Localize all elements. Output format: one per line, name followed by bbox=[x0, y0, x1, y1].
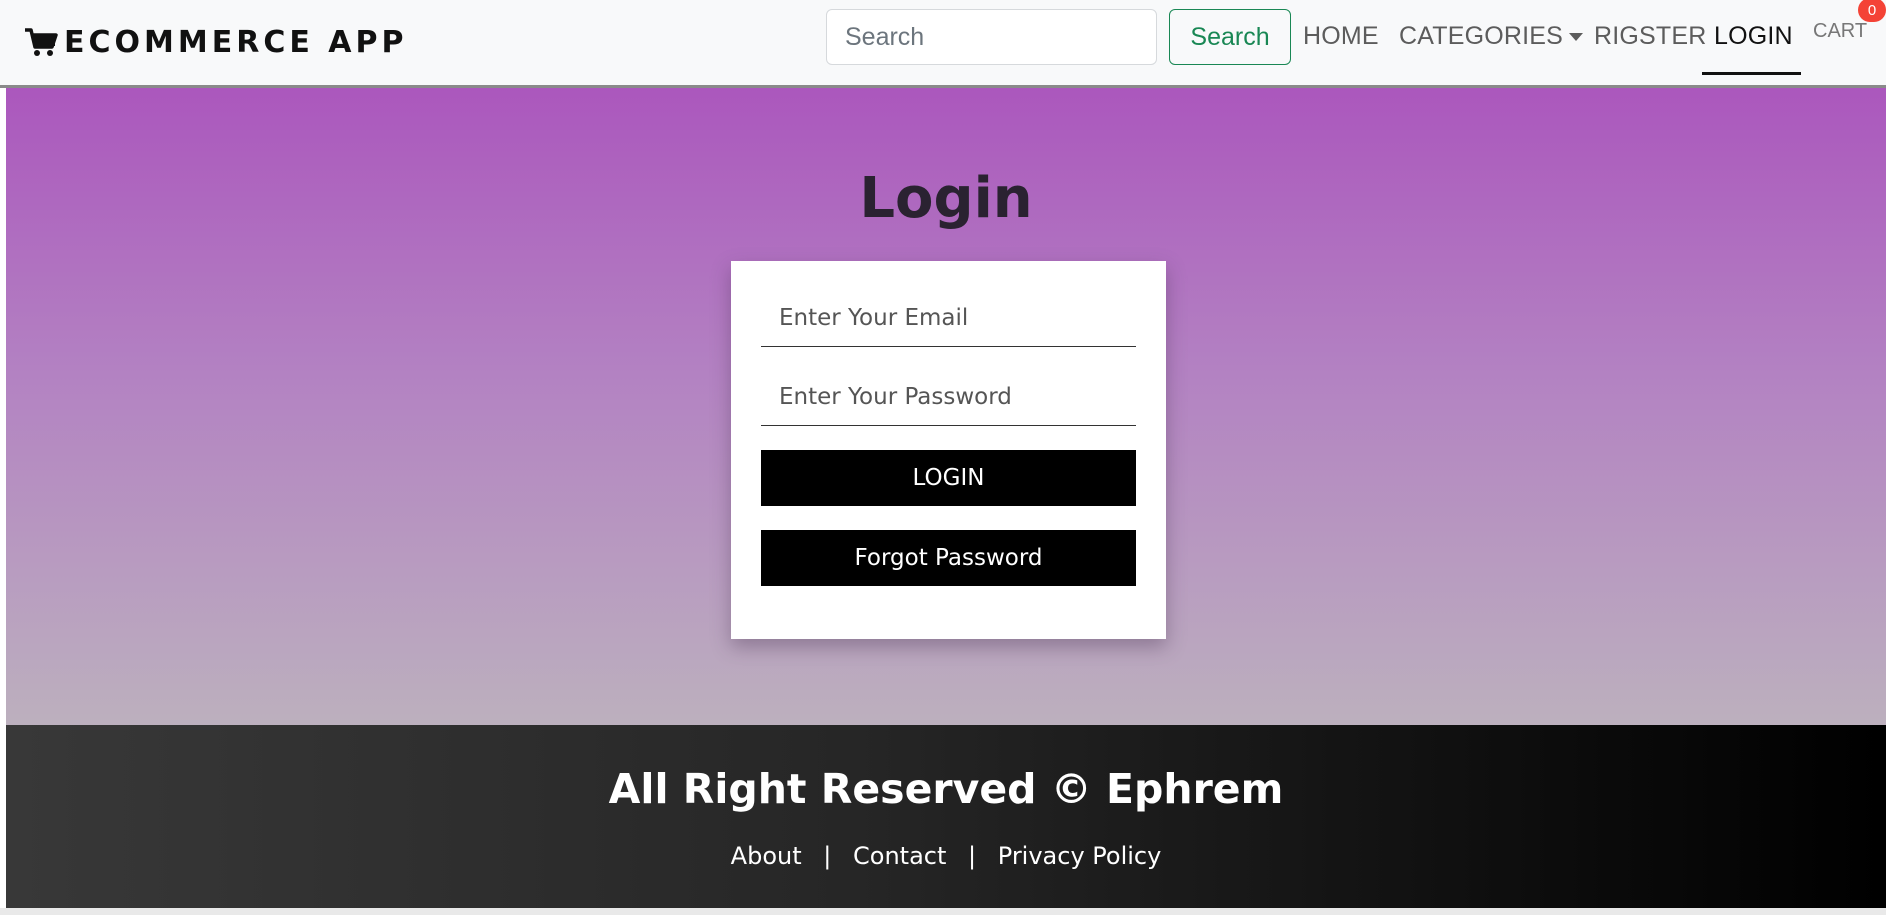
nav-login[interactable]: LOGIN bbox=[1714, 22, 1793, 60]
footer-contact-link[interactable]: Contact bbox=[853, 842, 946, 870]
nav-categories-dropdown[interactable]: CATEGORIES bbox=[1399, 22, 1584, 60]
nav-home[interactable]: HOME bbox=[1303, 22, 1379, 60]
nav-cart[interactable]: CART bbox=[1813, 20, 1867, 43]
search-input[interactable] bbox=[826, 9, 1157, 65]
login-form: LOGIN Forgot Password bbox=[731, 261, 1166, 639]
cart-count-badge: 0 bbox=[1858, 0, 1886, 22]
search-button[interactable]: Search bbox=[1169, 9, 1291, 65]
nav-categories-label: CATEGORIES bbox=[1399, 22, 1564, 50]
footer-separator: | bbox=[823, 842, 832, 870]
page-title: Login bbox=[859, 166, 1033, 231]
window-bottom-edge bbox=[0, 908, 1886, 915]
caret-down-icon bbox=[1569, 33, 1584, 42]
footer-links: About | Contact | Privacy Policy bbox=[6, 842, 1886, 870]
footer-copyright: All Right Reserved © Ephrem bbox=[608, 765, 1284, 813]
password-field[interactable] bbox=[761, 368, 1136, 426]
footer-separator: | bbox=[968, 842, 977, 870]
login-section: Login LOGIN Forgot Password bbox=[6, 88, 1886, 725]
active-nav-indicator bbox=[1702, 72, 1801, 75]
login-button[interactable]: LOGIN bbox=[761, 450, 1136, 506]
footer: All Right Reserved © Ephrem About | Cont… bbox=[6, 725, 1886, 908]
email-field[interactable] bbox=[761, 289, 1136, 347]
forgot-password-button[interactable]: Forgot Password bbox=[761, 530, 1136, 586]
footer-about-link[interactable]: About bbox=[731, 842, 802, 870]
brand-link[interactable]: ECOMMERCE APP bbox=[24, 24, 407, 60]
shopping-cart-icon bbox=[25, 28, 58, 56]
footer-privacy-link[interactable]: Privacy Policy bbox=[998, 842, 1162, 870]
navbar: ECOMMERCE APP Search HOME CATEGORIES RIG… bbox=[0, 0, 1886, 88]
brand-title: ECOMMERCE APP bbox=[64, 24, 408, 60]
nav-register[interactable]: RIGSTER bbox=[1594, 22, 1707, 60]
